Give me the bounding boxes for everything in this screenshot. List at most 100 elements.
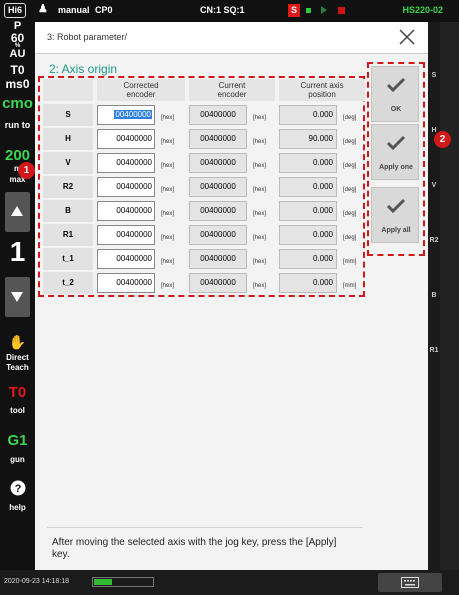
header-current-position: Current axis position bbox=[279, 79, 365, 101]
user-icon: ♟ bbox=[38, 3, 48, 15]
step-value: 1 bbox=[9, 236, 26, 267]
mode-indicator: manual bbox=[58, 5, 90, 15]
close-icon[interactable] bbox=[397, 27, 417, 47]
au-label: AU bbox=[9, 48, 26, 60]
position-unit: [deg] bbox=[343, 139, 357, 145]
axis-origin-dialog: 3: Robot parameter/ 2: Axis origin Corre… bbox=[35, 22, 428, 570]
table-row: R1 00400000 [hex] 00400000 [hex] 0.000 [… bbox=[43, 224, 365, 246]
gun-value[interactable]: G1 bbox=[0, 432, 35, 449]
header-axis bbox=[43, 79, 93, 101]
apply-all-label: Apply all bbox=[381, 227, 411, 234]
run-to-label[interactable]: run to bbox=[0, 120, 35, 130]
hi6-badge[interactable]: Hi6 bbox=[4, 3, 26, 18]
callout-marker-1: 1 bbox=[18, 162, 35, 179]
arrow-up-icon bbox=[11, 206, 23, 216]
hex-unit: [hex] bbox=[253, 139, 267, 145]
hex-unit: [hex] bbox=[161, 283, 175, 289]
tool-value[interactable]: T0 bbox=[0, 384, 35, 401]
stop-icon bbox=[338, 7, 345, 14]
corrected-encoder-input[interactable]: 00400000 bbox=[97, 249, 155, 269]
cmd-label: cmo bbox=[2, 95, 33, 112]
axis-name: R1 bbox=[43, 224, 93, 246]
hex-unit: [hex] bbox=[161, 259, 175, 265]
hex-unit: [hex] bbox=[161, 115, 175, 121]
footer-divider bbox=[47, 527, 363, 528]
axis-position-value: 0.000 bbox=[279, 153, 337, 173]
axis-position-value: 0.000 bbox=[279, 177, 337, 197]
header-corrected-encoder: Corrected encoder bbox=[97, 79, 185, 101]
axis-label-b: B bbox=[431, 292, 437, 299]
hex-unit: [hex] bbox=[253, 187, 267, 193]
help-icon[interactable]: ? bbox=[0, 480, 35, 501]
axis-name: V bbox=[43, 152, 93, 174]
keyboard-button[interactable] bbox=[378, 573, 442, 592]
axis-name: R2 bbox=[43, 176, 93, 198]
ok-label: OK bbox=[390, 106, 402, 113]
svg-text:?: ? bbox=[14, 483, 21, 495]
ok-button[interactable]: OK bbox=[371, 66, 419, 122]
axis-label-r1: R1 bbox=[429, 347, 439, 354]
position-unit: [deg] bbox=[343, 115, 357, 121]
current-encoder-value: 00400000 bbox=[189, 105, 247, 125]
section-title: 2: Axis origin bbox=[49, 62, 118, 76]
hex-unit: [hex] bbox=[161, 235, 175, 241]
position-unit: [mm] bbox=[343, 259, 357, 265]
axis-position-value: 0.000 bbox=[279, 201, 337, 221]
corrected-encoder-input[interactable]: 00400000 bbox=[97, 153, 155, 173]
datetime: 2020-09-23 14:18:18 bbox=[4, 578, 69, 585]
gun-label: gun bbox=[10, 455, 25, 464]
dialog-header: 3: Robot parameter/ bbox=[35, 22, 428, 54]
play-icon bbox=[321, 6, 327, 14]
green-status-icon bbox=[306, 8, 311, 13]
position-unit: [deg] bbox=[343, 187, 357, 193]
hex-unit: [hex] bbox=[253, 211, 267, 217]
position-unit: [mm] bbox=[343, 283, 357, 289]
hand-icon: ✋ bbox=[8, 334, 27, 350]
position-unit: [deg] bbox=[343, 163, 357, 169]
ms0-label: ms0 bbox=[5, 77, 30, 91]
direct-teach-button[interactable]: Direct Teach bbox=[0, 353, 35, 373]
axis-label-v: V bbox=[431, 182, 437, 189]
apply-all-button[interactable]: Apply all bbox=[371, 187, 419, 243]
hex-unit: [hex] bbox=[253, 259, 267, 265]
corrected-encoder-value: 00400000 bbox=[114, 110, 152, 119]
program-indicator: CP0 bbox=[95, 5, 113, 15]
corrected-encoder-input[interactable]: 00400000 bbox=[97, 105, 155, 125]
top-status-bar: Hi6 ♟ manual CP0 CN:1 SQ:1 S HS220-02 bbox=[0, 0, 459, 22]
check-icon bbox=[386, 198, 406, 214]
axis-position-value: 0.000 bbox=[279, 249, 337, 269]
corrected-encoder-input[interactable]: 00400000 bbox=[97, 225, 155, 245]
hex-unit: [hex] bbox=[253, 115, 267, 121]
table-row: t_2 00400000 [hex] 00400000 [hex] 0.000 … bbox=[43, 272, 365, 294]
axis-position-value: 0.000 bbox=[279, 105, 337, 125]
bottom-status-bar: 2020-09-23 14:18:18 bbox=[0, 570, 459, 595]
hex-unit: [hex] bbox=[253, 283, 267, 289]
step-down-button[interactable] bbox=[5, 277, 30, 317]
step-up-button[interactable] bbox=[5, 192, 30, 232]
table-row: R2 00400000 [hex] 00400000 [hex] 0.000 [… bbox=[43, 176, 365, 198]
corrected-encoder-input[interactable]: 00400000 bbox=[97, 177, 155, 197]
axis-name: H bbox=[43, 128, 93, 150]
breadcrumb: 3: Robot parameter/ bbox=[47, 32, 128, 42]
left-sidebar: P 60 % AU T0 ms0 cmo run to 200 m max 1 … bbox=[0, 20, 35, 570]
right-edge-panel bbox=[440, 22, 459, 570]
apply-one-label: Apply one bbox=[379, 164, 413, 171]
corrected-encoder-input[interactable]: 00400000 bbox=[97, 201, 155, 221]
keyboard-icon bbox=[401, 577, 419, 588]
header-current-encoder: Current encoder bbox=[189, 79, 275, 101]
hex-unit: [hex] bbox=[161, 139, 175, 145]
current-encoder-value: 00400000 bbox=[189, 249, 247, 269]
check-icon bbox=[386, 135, 406, 151]
apply-one-button[interactable]: Apply one bbox=[371, 124, 419, 180]
help-label: help bbox=[9, 503, 26, 512]
hex-unit: [hex] bbox=[253, 235, 267, 241]
axis-name: B bbox=[43, 200, 93, 222]
corrected-encoder-input[interactable]: 00400000 bbox=[97, 129, 155, 149]
axis-position-value: 90.000 bbox=[279, 129, 337, 149]
axis-name: t_2 bbox=[43, 272, 93, 294]
model-name: HS220-02 bbox=[402, 5, 443, 15]
table-row: t_1 00400000 [hex] 00400000 [hex] 0.000 … bbox=[43, 248, 365, 270]
corrected-encoder-input[interactable]: 00400000 bbox=[97, 273, 155, 293]
current-encoder-value: 00400000 bbox=[189, 177, 247, 197]
speed-200: 200 bbox=[4, 147, 31, 164]
